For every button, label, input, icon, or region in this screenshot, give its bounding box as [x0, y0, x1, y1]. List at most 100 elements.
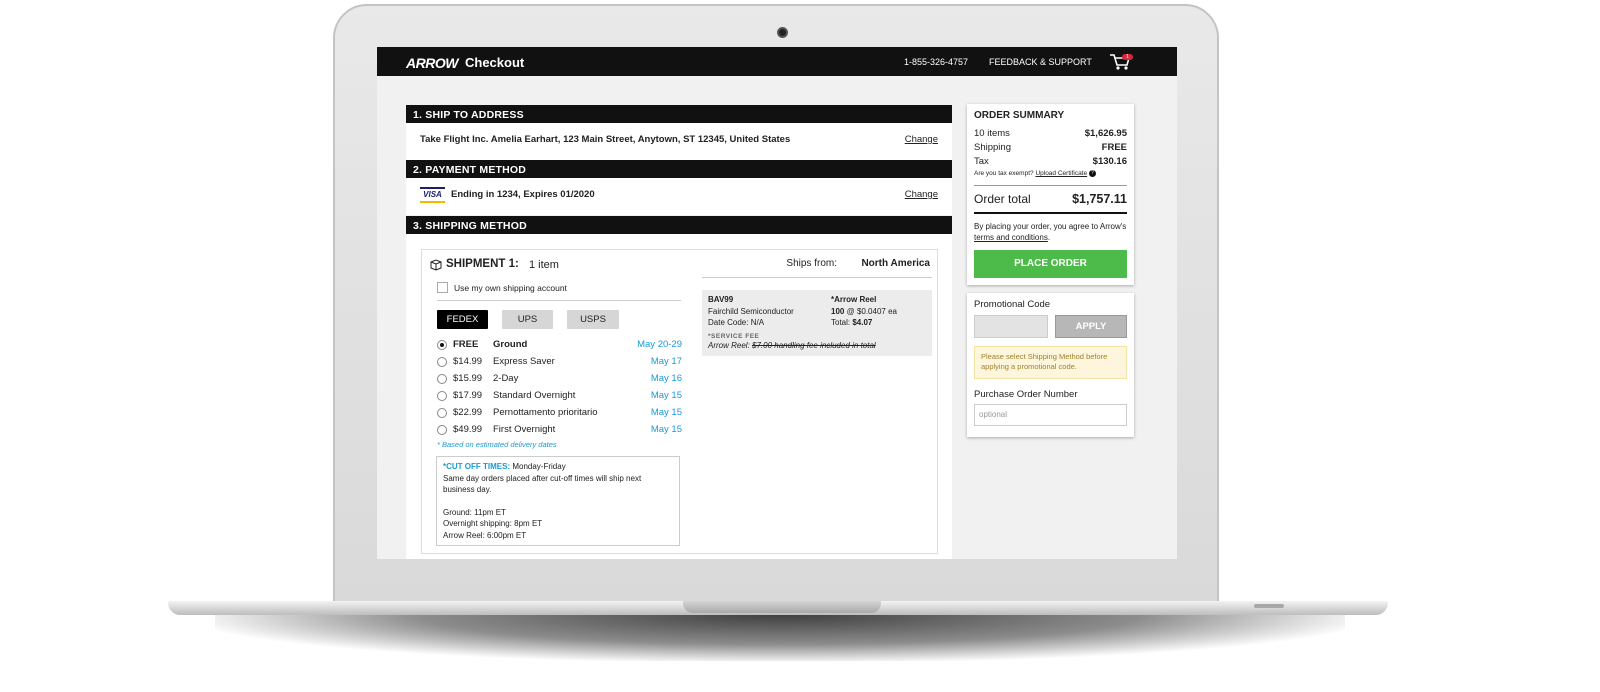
ship-to-body: Take Flight Inc. Amelia Earhart, 123 Mai… [406, 123, 952, 160]
option-name: First Overnight [493, 424, 556, 435]
summary-tax-row: Tax $130.16 [974, 156, 1127, 168]
radio-button[interactable] [437, 408, 447, 418]
part-number[interactable]: BAV99 [708, 295, 733, 305]
shipping-method-body: SHIPMENT 1: 1 item Ships from: North Ame… [406, 234, 952, 559]
carrier-tab-fedex[interactable]: FEDEX [437, 310, 488, 329]
shipment-item-count: 1 item [529, 259, 559, 271]
help-icon[interactable]: ? [1088, 170, 1096, 177]
divider [974, 185, 1127, 186]
item-total-label: Total: [831, 318, 851, 327]
option-date: May 20-29 [637, 339, 682, 350]
shipping-label: Shipping [974, 142, 1011, 153]
radio-button[interactable] [437, 391, 447, 401]
place-order-button[interactable]: PLACE ORDER [974, 250, 1127, 278]
option-name: Express Saver [493, 356, 555, 367]
radio-button[interactable] [437, 374, 447, 384]
option-price: $22.99 [453, 407, 483, 418]
tax-exempt-question: Are you tax exempt? [974, 170, 1034, 178]
cutoff-days: Monday-Friday [512, 462, 566, 471]
option-price: $49.99 [453, 424, 483, 435]
option-name: Standard Overnight [493, 390, 576, 401]
tax-value: $130.16 [1092, 156, 1127, 167]
radio-button[interactable] [437, 357, 447, 367]
terms-agreement: By placing your order, you agree to Arro… [974, 222, 1127, 242]
option-name: 2-Day [493, 373, 519, 384]
payment-header: 2. PAYMENT METHOD [406, 160, 952, 178]
carrier-tab-usps[interactable]: USPS [567, 310, 619, 329]
arrow-logo[interactable]: ARROW [406, 55, 458, 71]
divider [702, 277, 932, 278]
laptop-notch [683, 601, 881, 613]
po-number-input[interactable]: optional [974, 404, 1127, 426]
tax-exempt-line: Are you tax exempt? Upload Certificate ? [974, 170, 1096, 177]
option-date: May 16 [650, 373, 682, 384]
package-icon [430, 259, 442, 271]
shipment-title: SHIPMENT 1: [446, 258, 519, 270]
apply-promo-button[interactable]: APPLY [1055, 315, 1127, 338]
cutoff-overnight: Overnight shipping: 8pm ET [443, 519, 543, 528]
shipping-option[interactable]: $15.99 2-Day May 16 [437, 372, 682, 386]
promo-code-input[interactable] [974, 315, 1048, 338]
service-fee-text: $7.00 handling fee included in total [752, 341, 876, 350]
shipping-option[interactable]: $22.99 Pernottamento prioritario May 15 [437, 406, 682, 420]
option-price: $14.99 [453, 356, 483, 367]
items-value: $1,626.95 [1084, 128, 1127, 139]
shipping-method-header: 3. SHIPPING METHOD [406, 216, 952, 234]
laptop-shadow [215, 615, 1345, 661]
radio-button[interactable] [437, 425, 447, 435]
visa-card-icon: VISA [420, 187, 445, 203]
order-total-label: Order total [974, 192, 1031, 206]
camera-icon [777, 27, 788, 38]
option-name: Pernottamento prioritario [493, 407, 598, 418]
change-address-link[interactable]: Change [905, 134, 938, 145]
cutoff-heading: *CUT OFF TIMES: [443, 462, 511, 471]
date-code: Date Code: N/A [708, 318, 765, 327]
radio-button[interactable] [437, 340, 447, 350]
service-fee-prefix: Arrow Reel: [708, 341, 750, 350]
own-shipping-account-label: Use my own shipping account [454, 283, 567, 293]
item-total: $4.07 [852, 318, 873, 327]
option-date: May 15 [650, 407, 682, 418]
payment-body: VISA Ending in 1234, Expires 01/2020 Cha… [406, 178, 952, 215]
summary-items-row: 10 items $1,626.95 [974, 128, 1127, 140]
cutoff-ground: Ground: 11pm ET [443, 507, 506, 517]
manufacturer: Fairchild Semiconductor [708, 307, 794, 316]
top-header: ARROW Checkout 1-855-326-4757 FEEDBACK &… [377, 47, 1177, 76]
divider [437, 300, 681, 301]
shipping-option[interactable]: $49.99 First Overnight May 15 [437, 423, 682, 437]
card-details: Ending in 1234, Expires 01/2020 [451, 189, 595, 200]
option-name: Ground [493, 339, 528, 350]
change-payment-link[interactable]: Change [905, 189, 938, 200]
ship-to-header: 1. SHIP TO ADDRESS [406, 105, 952, 123]
unit-price: @ $0.0407 ea [846, 307, 897, 316]
laptop-port [1254, 604, 1284, 608]
cutoff-reel: Arrow Reel: 6:00pm ET [443, 530, 527, 540]
option-date: May 15 [650, 390, 682, 401]
promo-code-label: Promotional Code [974, 299, 1051, 310]
packaging-type: *Arrow Reel [831, 295, 877, 304]
option-date: May 17 [650, 356, 682, 367]
carrier-tab-ups[interactable]: UPS [502, 310, 553, 329]
upload-certificate-link[interactable]: Upload Certificate [1035, 170, 1087, 177]
tax-label: Tax [974, 156, 989, 167]
shipping-address: Take Flight Inc. Amelia Earhart, 123 Mai… [420, 134, 791, 145]
cart-count-badge: 1 [1122, 54, 1133, 60]
promo-panel: Promotional Code APPLY Please select Shi… [967, 293, 1134, 437]
shipping-option[interactable]: $17.99 Standard Overnight May 15 [437, 389, 682, 403]
own-shipping-account-checkbox[interactable] [437, 282, 448, 293]
option-price: $17.99 [453, 390, 483, 401]
shipping-option[interactable]: $14.99 Express Saver May 17 [437, 355, 682, 369]
terms-link[interactable]: terms and conditions [974, 233, 1048, 242]
summary-shipping-row: Shipping FREE [974, 142, 1127, 154]
option-price: $15.99 [453, 373, 483, 384]
phone-link[interactable]: 1-855-326-4757 [904, 57, 968, 67]
order-summary-title: ORDER SUMMARY [974, 110, 1065, 121]
divider [974, 212, 1127, 214]
feedback-support-link[interactable]: FEEDBACK & SUPPORT [989, 57, 1092, 67]
shipping-option[interactable]: FREE Ground May 20-29 [437, 338, 682, 352]
checkout-screen: ARROW Checkout 1-855-326-4757 FEEDBACK &… [377, 47, 1177, 559]
shipment-item: BAV99 Fairchild Semiconductor Date Code:… [702, 290, 932, 356]
promo-warning: Please select Shipping Method before app… [974, 346, 1127, 379]
shipment-card: SHIPMENT 1: 1 item Ships from: North Ame… [421, 249, 938, 554]
option-price: FREE [453, 339, 479, 350]
